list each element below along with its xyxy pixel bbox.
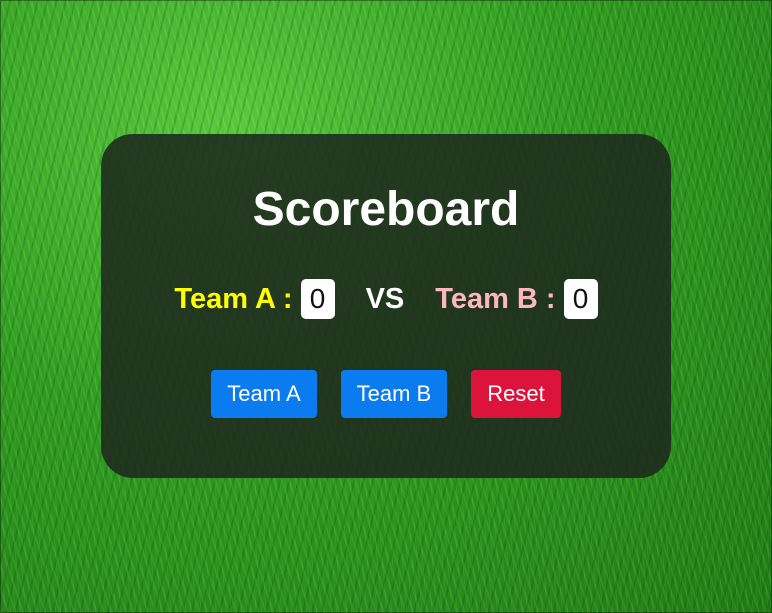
- button-row: Team A Team B Reset: [101, 370, 671, 418]
- team-a-score: 0: [300, 279, 335, 319]
- team-b-button[interactable]: Team B: [340, 370, 448, 418]
- reset-button[interactable]: Reset: [471, 370, 561, 418]
- team-a-button[interactable]: Team A: [211, 370, 317, 418]
- scoreboard-card: Scoreboard Team A : 0 VS Team B : 0 Team…: [101, 134, 671, 478]
- team-a-label: Team A :: [174, 282, 293, 315]
- score-row: Team A : 0 VS Team B : 0: [101, 278, 671, 320]
- team-b-score: 0: [563, 279, 598, 319]
- vs-label: VS: [365, 282, 405, 315]
- page-title: Scoreboard: [252, 183, 520, 236]
- team-b-label: Team B :: [435, 282, 556, 315]
